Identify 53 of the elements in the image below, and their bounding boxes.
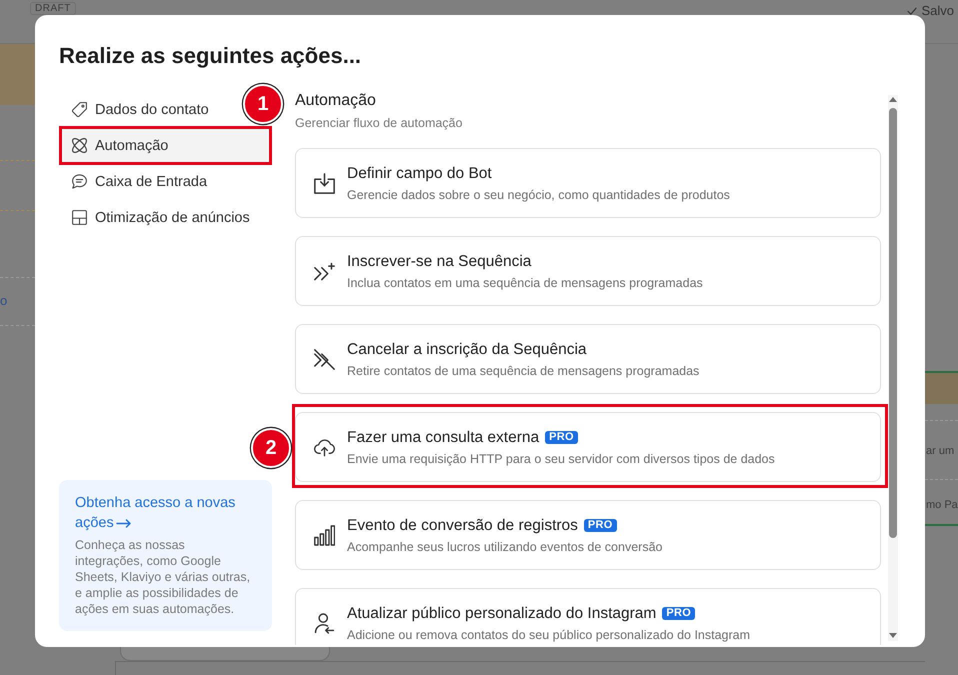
dialog-title: Realize as seguintes ações... xyxy=(59,42,362,70)
tag-icon xyxy=(72,102,87,117)
action-card[interactable]: Cancelar a inscrição da Sequência Retire contatos de uma sequência de mensagens programadas xyxy=(295,324,881,394)
action-title: Evento de conversão de registros xyxy=(347,516,578,536)
action-description: Gerencie dados sobre o seu negócio, como quantidades de produtos xyxy=(347,186,730,202)
section-subtitle: Gerenciar fluxo de automação xyxy=(295,115,464,131)
banner-strip xyxy=(0,44,35,105)
action-card[interactable]: Definir campo do Bot Gerencie dados sobre o seu negócio, como quantidades de produtos xyxy=(295,148,881,218)
tray-download-icon xyxy=(314,172,335,194)
chevrons-plus-icon xyxy=(314,260,335,282)
chevrons-crossed-icon xyxy=(314,348,335,370)
scroll-up-icon[interactable] xyxy=(889,97,897,102)
arrow-right-icon xyxy=(116,518,132,528)
check-icon xyxy=(907,6,918,14)
sidebar-item[interactable]: Caixa de Entrada xyxy=(63,165,216,198)
banner-strip xyxy=(925,371,958,404)
save-status: Salvo xyxy=(921,3,954,18)
section-title: Automação xyxy=(295,91,377,111)
step-marker: 1 xyxy=(243,84,283,124)
action-title: Definir campo do Bot xyxy=(347,164,492,184)
sidebar-item[interactable]: Dados do contato xyxy=(63,93,218,126)
link-text: o xyxy=(0,293,8,309)
layout-icon xyxy=(72,210,87,225)
step-marker: 2 xyxy=(251,428,291,468)
action-card[interactable]: Inscrever-se na Sequência Inclua contatos em uma sequência de mensagens programadas xyxy=(295,236,881,306)
bar-chart-icon xyxy=(314,524,335,546)
promo-text: Conheça as nossas integrações, como Google Sheets, Klaviyo e várias outras, e amplie as possibilidades de ações em suas automações. xyxy=(75,537,252,617)
action-description: Acompanhe seus lucros utilizando eventos de conversão xyxy=(347,538,662,554)
action-description: Retire contatos de uma sequência de mensagens programadas xyxy=(347,362,700,378)
promo-link[interactable]: Obtenha acesso a novas ações xyxy=(75,493,256,533)
action-card[interactable]: Fazer uma consulta externa PRO Envie uma requisição HTTP para o seu servidor com diversos tipos de dados xyxy=(295,412,881,482)
action-card[interactable]: Evento de conversão de registros PRO Acompanhe seus lucros utilizando eventos de conversão xyxy=(295,500,881,570)
action-title: Cancelar a inscrição da Sequência xyxy=(347,340,587,360)
row-text: mo Pa xyxy=(925,498,958,513)
action-title: Fazer uma consulta externa xyxy=(347,428,540,448)
action-description: Inclua contatos em uma sequência de mensagens programadas xyxy=(347,274,703,290)
person-arrow-icon xyxy=(314,612,335,634)
action-title: Inscrever-se na Sequência xyxy=(347,252,532,272)
scrollbar-thumb[interactable] xyxy=(889,108,897,538)
action-description: Envie uma requisição HTTP para o seu servidor com diversos tipos de dados xyxy=(347,450,775,466)
cloud-upload-icon xyxy=(314,436,335,458)
scroll-down-icon[interactable] xyxy=(889,633,897,638)
atom-icon xyxy=(72,138,87,153)
pro-badge: PRO xyxy=(584,519,617,532)
sidebar-item[interactable]: Otimização de anúncios xyxy=(63,201,259,234)
pro-badge: PRO xyxy=(662,607,696,620)
sidebar-item[interactable]: Automação xyxy=(63,129,268,162)
action-description: Adicione ou remova contatos do seu público personalizado do Instagram xyxy=(347,626,750,642)
pro-badge: PRO xyxy=(545,431,578,444)
action-title: Atualizar público personalizado do Instagram xyxy=(347,604,656,624)
action-card[interactable]: Atualizar público personalizado do Instagram PRO Adicione ou remova contatos do seu público personalizado do Instagram xyxy=(295,588,881,645)
row-text: ar um xyxy=(925,444,956,459)
chat-bubble-icon xyxy=(72,174,87,189)
